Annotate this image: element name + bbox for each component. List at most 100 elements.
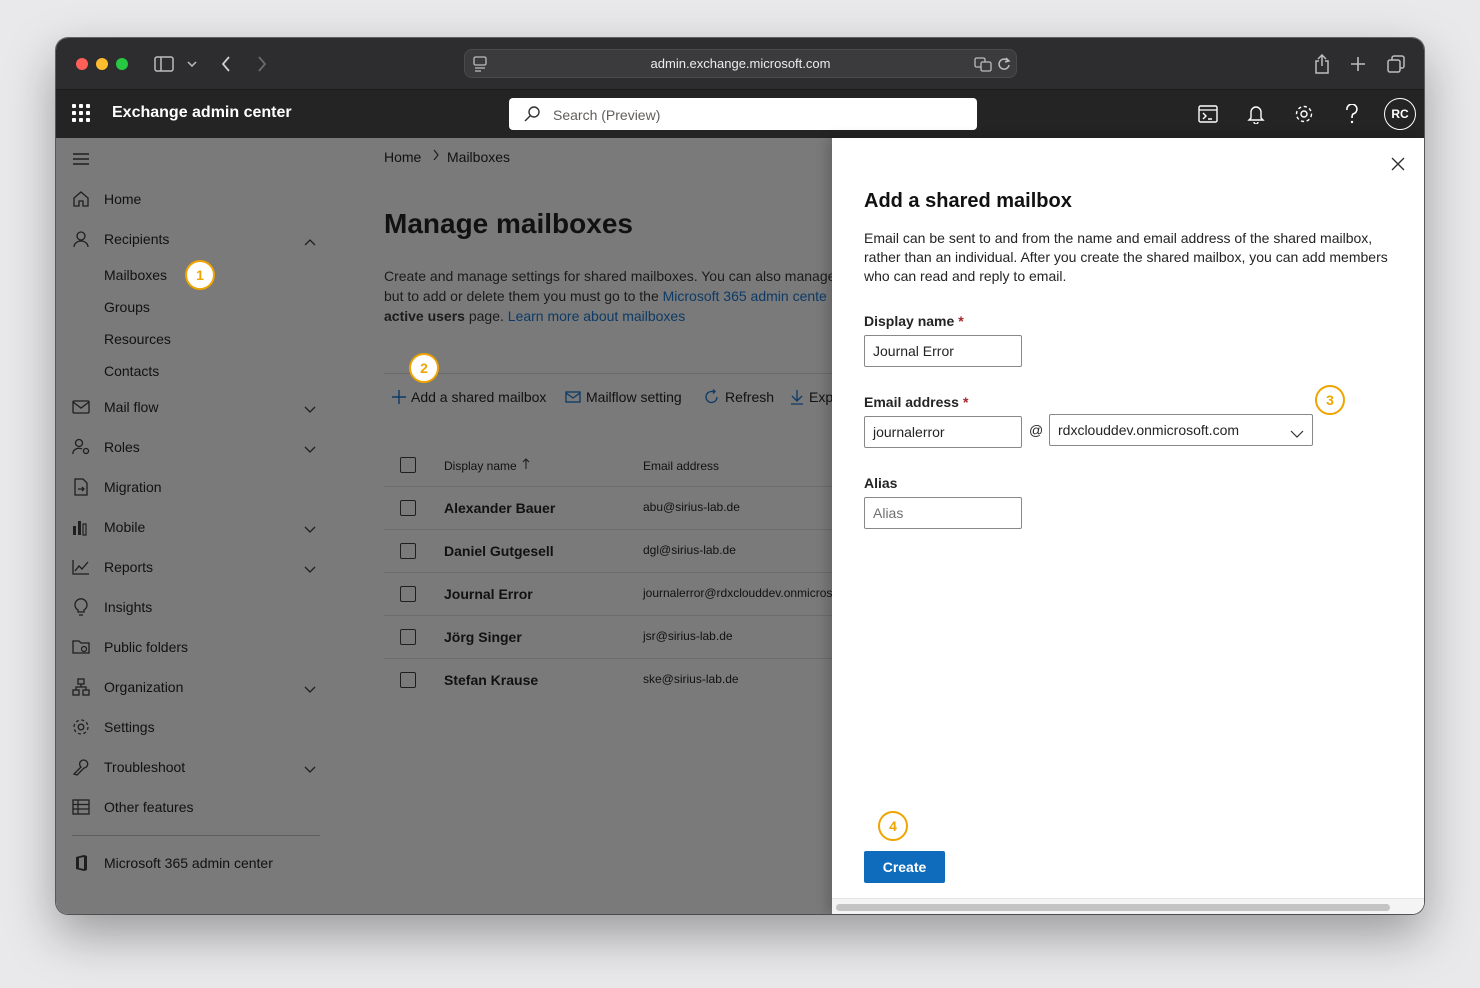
chevron-right-icon (432, 148, 440, 164)
sidebar-item-other-features[interactable]: Other features (56, 789, 336, 825)
home-icon (72, 190, 90, 208)
row-checkbox[interactable] (400, 629, 416, 645)
row-checkbox[interactable] (400, 543, 416, 559)
sidebar-item-migration[interactable]: Migration (56, 469, 336, 505)
gear-icon[interactable] (1292, 102, 1316, 126)
help-icon[interactable] (1340, 102, 1364, 126)
email-cell: abu@sirius-lab.de (643, 500, 740, 514)
export-button[interactable]: Expo (790, 387, 832, 407)
display-name-cell[interactable]: Journal Error (444, 586, 533, 602)
row-checkbox[interactable] (400, 500, 416, 516)
app-launcher-icon[interactable] (72, 104, 90, 122)
sidebar-subitem-mailboxes[interactable]: Mailboxes (104, 267, 167, 283)
sort-ascending-icon[interactable] (522, 457, 530, 475)
mobile-icon (72, 518, 90, 536)
row-checkbox[interactable] (400, 586, 416, 602)
sidebar-item-m365-admin[interactable]: Microsoft 365 admin center (56, 845, 336, 881)
sidebar-item-roles[interactable]: Roles (56, 429, 336, 465)
m365-admin-link[interactable]: Microsoft 365 admin cente (663, 288, 827, 304)
page-description: Create and manage settings for shared ma… (384, 266, 832, 326)
description-line: active users page. Learn more about mail… (384, 306, 832, 326)
new-tab-icon[interactable] (1348, 52, 1368, 76)
sidebar-item-public-folders[interactable]: Public folders (56, 629, 336, 665)
sidebar-item-recipients[interactable]: Recipients (56, 221, 336, 257)
org-icon (72, 678, 90, 696)
sidebar-item-organization[interactable]: Organization (56, 669, 336, 705)
sidebar-item-label: Home (104, 191, 142, 207)
migration-icon (72, 478, 90, 496)
sidebar-subitem-groups[interactable]: Groups (104, 299, 150, 315)
sidebar-item-label: Settings (104, 719, 155, 735)
close-icon[interactable] (1388, 154, 1408, 174)
hamburger-menu-icon[interactable] (72, 152, 90, 171)
sidebar-item-home[interactable]: Home (56, 181, 336, 217)
table-row[interactable]: Journal Error journalerror@rdxclouddev.o… (384, 573, 832, 616)
column-header-display-name[interactable]: Display name (444, 459, 517, 473)
table-row[interactable]: Alexander Bauer abu@sirius-lab.de (384, 487, 832, 530)
sidebar-subitem-resources[interactable]: Resources (104, 331, 171, 347)
sidebar-item-mail-flow[interactable]: Mail flow (56, 389, 336, 425)
chevron-down-icon[interactable] (304, 681, 316, 699)
bell-icon[interactable] (1244, 102, 1268, 126)
sidebar-item-label: Reports (104, 559, 154, 575)
display-name-cell[interactable]: Daniel Gutgesell (444, 543, 554, 559)
sidebar-item-settings[interactable]: Settings (56, 709, 336, 745)
search-input[interactable]: Search (Preview) (509, 98, 977, 130)
chevron-down-icon[interactable] (304, 561, 316, 579)
address-bar[interactable]: admin.exchange.microsoft.com (464, 49, 1017, 78)
scrollbar-thumb[interactable] (836, 904, 1390, 911)
close-window-button[interactable] (76, 58, 88, 70)
chevron-down-icon[interactable] (304, 401, 316, 419)
domain-dropdown[interactable]: rdxclouddev.onmicrosoft.com (1049, 414, 1313, 446)
learn-more-link[interactable]: Learn more about mailboxes (508, 308, 685, 324)
avatar[interactable]: RC (1384, 98, 1416, 130)
sidebar-subitem-contacts[interactable]: Contacts (104, 363, 159, 379)
chevron-up-icon[interactable] (304, 233, 316, 251)
main-content: Home Mailboxes Manage mailboxes Create a… (336, 138, 832, 914)
refresh-button[interactable]: Refresh (704, 387, 774, 407)
display-name-field[interactable]: Journal Error (864, 335, 1022, 367)
row-checkbox[interactable] (400, 672, 416, 688)
display-name-cell[interactable]: Alexander Bauer (444, 500, 555, 516)
minimize-window-button[interactable] (96, 58, 108, 70)
email-field[interactable]: journalerror (864, 416, 1022, 448)
sidebar-item-troubleshoot[interactable]: Troubleshoot (56, 749, 336, 785)
description-line: Create and manage settings for shared ma… (384, 268, 832, 284)
sidebar-item-reports[interactable]: Reports (56, 549, 336, 585)
mail-icon (72, 398, 90, 416)
divider (384, 373, 832, 374)
add-shared-mailbox-button[interactable]: Add a shared mailbox (392, 387, 546, 407)
table-row[interactable]: Stefan Krause ske@sirius-lab.de (384, 659, 832, 702)
chevron-down-icon[interactable] (304, 761, 316, 779)
translate-icon[interactable] (974, 56, 992, 77)
mailflow-setting-button[interactable]: Mailflow setting (565, 387, 682, 407)
required-mark: * (962, 394, 969, 410)
display-name-cell[interactable]: Jörg Singer (444, 629, 522, 645)
breadcrumb-home[interactable]: Home (384, 149, 421, 165)
sidebar-item-mobile[interactable]: Mobile (56, 509, 336, 545)
chevron-down-icon[interactable] (304, 441, 316, 459)
sidebar-toggle-icon[interactable] (152, 52, 176, 76)
tab-overview-icon[interactable] (1386, 52, 1406, 76)
alias-field[interactable]: Alias (864, 497, 1022, 529)
description-line: but to add or delete them you must go to… (384, 286, 832, 306)
horizontal-scrollbar[interactable] (832, 898, 1424, 914)
forward-arrow-icon[interactable] (252, 52, 272, 76)
display-name-cell[interactable]: Stefan Krause (444, 672, 538, 688)
at-sign: @ (1029, 422, 1044, 438)
chevron-down-icon[interactable] (184, 52, 200, 76)
app-title[interactable]: Exchange admin center (112, 104, 292, 122)
terminal-icon[interactable] (1196, 102, 1220, 126)
table-row[interactable]: Daniel Gutgesell dgl@sirius-lab.de (384, 530, 832, 573)
chevron-down-icon[interactable] (304, 521, 316, 539)
table-row[interactable]: Jörg Singer jsr@sirius-lab.de (384, 616, 832, 659)
select-all-checkbox[interactable] (400, 457, 416, 473)
table-header-row: Display name Email address (384, 444, 832, 487)
share-icon[interactable] (1312, 52, 1332, 76)
column-header-email[interactable]: Email address (643, 459, 719, 473)
reload-icon[interactable] (997, 56, 1011, 77)
back-arrow-icon[interactable] (216, 52, 236, 76)
zoom-window-button[interactable] (116, 58, 128, 70)
sidebar-item-insights[interactable]: Insights (56, 589, 336, 625)
create-button[interactable]: Create (864, 851, 945, 883)
